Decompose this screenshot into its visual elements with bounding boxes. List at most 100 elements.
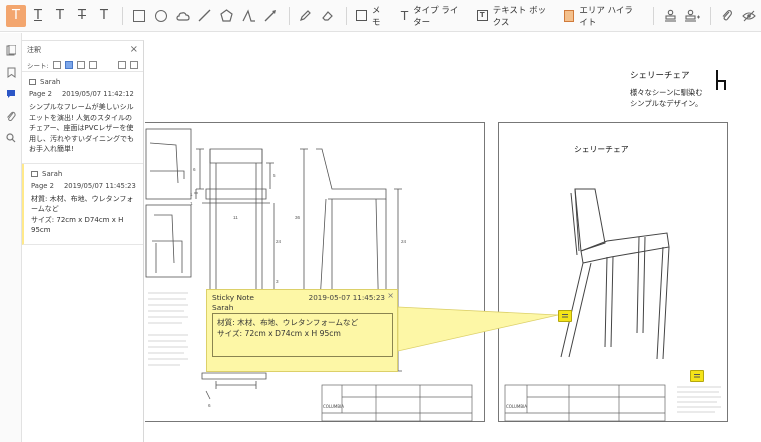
area-highlight-tool[interactable]: エリア ハイライト: [560, 5, 639, 28]
eraser-icon: [322, 11, 333, 21]
toolbar-divider: [710, 6, 712, 25]
textbox-label: テキスト ボックス: [492, 5, 547, 28]
nav-bookmarks[interactable]: [0, 61, 22, 83]
chair-technical-drawing: 6 5 1 1 11 36 24 24 3 6: [145, 128, 473, 422]
sticky-note-header: Sticky Note Sarah: [212, 293, 254, 313]
comment-text: シンプルなフレームが美しいシルエットを演出! 人気のスタイルのチェアー、座面はP…: [29, 103, 134, 153]
replace-t-icon: T: [100, 8, 108, 23]
dim-3: 3: [276, 279, 279, 284]
sticky-note-datetime: 2019-05-07 11:45:23: [308, 293, 385, 302]
filter-page-icon[interactable]: [52, 60, 61, 69]
textbox-tool[interactable]: T テキスト ボックス: [473, 5, 552, 28]
area-highlight-label: エリア ハイライト: [579, 5, 633, 28]
sticky-note-close-icon[interactable]: ×: [387, 291, 394, 300]
brand-logo: COLUMBIA: [506, 404, 528, 409]
ellipse-tool[interactable]: [151, 5, 171, 27]
brand-logo: COLUMBIA: [323, 404, 345, 409]
nav-thumbnails[interactable]: [0, 39, 22, 61]
sticky-note-connector: [398, 306, 559, 352]
triangle-polyline-icon: [242, 9, 255, 22]
comment-page: Page 2: [31, 181, 54, 190]
typewriter-tool[interactable]: T タイプ ライター: [397, 5, 465, 28]
nav-attachments[interactable]: [0, 105, 22, 127]
sticky-note-popup[interactable]: Sticky Note Sarah 2019-05-07 11:45:23 × …: [206, 289, 398, 372]
toolbar-divider: [345, 6, 347, 25]
underline-t-icon: T: [34, 8, 42, 23]
eraser-tool[interactable]: [318, 5, 338, 27]
bookmark-icon: [7, 67, 15, 78]
comment-meta: Page 2 2019/05/07 11:42:12: [29, 90, 137, 98]
nav-search[interactable]: [0, 127, 22, 149]
eye-slash-icon: [742, 10, 756, 21]
sheet-label: シート:: [27, 61, 49, 70]
dim-24b: 24: [401, 239, 407, 244]
stamp-icon: [664, 9, 676, 22]
sticky-note-pin[interactable]: [690, 370, 704, 382]
navigation-sidebar: [0, 33, 22, 442]
polygon-tool[interactable]: [217, 5, 237, 27]
comment-author-row: Sarah: [31, 170, 137, 178]
dim-1b: 1: [190, 201, 193, 206]
attachment-icon: [7, 111, 16, 121]
sticky-note-author: Sarah: [212, 303, 234, 312]
hide-annotations-tool[interactable]: [739, 5, 759, 27]
comment-item[interactable]: Sarah Page 2 2019/05/07 11:42:12 シンプルなフレ…: [22, 72, 143, 164]
squiggly-tool[interactable]: T: [50, 5, 70, 27]
sticky-note-textarea[interactable]: 材質: 木材、布地、ウレタンフォームなど サイズ: 72cm x D74cm x…: [212, 313, 393, 357]
annotation-toolbar: T T T T T メモ T タイプ ライター T テキスト ボックス エリア …: [0, 0, 761, 32]
memo-label: メモ: [371, 5, 381, 28]
product-desc-line2: シンプルなデザイン。: [630, 99, 703, 108]
pages-icon: [6, 44, 16, 55]
dim-36: 36: [295, 215, 301, 220]
line-tool[interactable]: [195, 5, 215, 27]
search-icon: [6, 133, 16, 143]
panel-close-icon[interactable]: ×: [130, 44, 138, 55]
export-icon[interactable]: [118, 60, 126, 69]
comment-meta: Page 2 2019/05/07 11:45:23: [31, 182, 137, 190]
memo-icon: [31, 170, 38, 177]
cloud-icon: [176, 11, 190, 21]
panel-filter-bar: シート:: [22, 58, 143, 72]
stamp-plus-icon: [685, 9, 701, 22]
sticky-note-pin[interactable]: [558, 310, 572, 322]
comment-text: 材質: 木材、布地、ウレタンフォームなど サイズ: 72cm x D74cm x…: [31, 194, 134, 235]
rectangle-icon: [132, 9, 145, 22]
product-title: シェリーチェア: [630, 71, 690, 81]
typewriter-t-icon: T: [400, 8, 409, 23]
arrow-tool[interactable]: [261, 5, 281, 27]
stamp-tool[interactable]: [660, 5, 680, 27]
comment-author: Sarah: [42, 169, 63, 178]
text-highlight-tool[interactable]: T: [6, 4, 26, 27]
pentagon-icon: [220, 9, 234, 22]
attach-file-tool[interactable]: [717, 5, 737, 27]
memo-icon: [29, 79, 36, 85]
strikeout-t-icon: T: [78, 8, 86, 23]
underline-tool[interactable]: T: [28, 5, 48, 27]
product-description: 様々なシーンに馴染む シンプルなデザイン。: [630, 87, 703, 109]
cloud-tool[interactable]: [173, 5, 193, 27]
area-highlight-icon: [564, 9, 575, 22]
nav-annotations[interactable]: [0, 83, 22, 105]
pencil-tool[interactable]: [296, 5, 316, 27]
memo-tool[interactable]: メモ: [352, 5, 388, 28]
textbox-icon: T: [476, 10, 488, 21]
filter-author-icon[interactable]: [76, 60, 85, 69]
create-stamp-tool[interactable]: [682, 5, 702, 27]
strikeout-tool[interactable]: T: [72, 5, 92, 27]
comment-author-row: Sarah: [29, 78, 137, 86]
document-canvas[interactable]: シェリーチェア 様々なシーンに馴染む シンプルなデザイン。 6 5 1 1 11…: [145, 33, 761, 442]
filter-type-icon[interactable]: [64, 60, 73, 69]
comment-icon: [7, 90, 15, 98]
comment-page: Page 2: [29, 90, 52, 98]
polyline-tool[interactable]: [239, 5, 259, 27]
comment-item[interactable]: Sarah Page 2 2019/05/07 11:45:23 材質: 木材、…: [22, 163, 143, 245]
dim-6: 6: [193, 167, 196, 172]
panel-title: 注釈: [27, 45, 41, 54]
options-icon[interactable]: [130, 60, 138, 69]
filter-comment-icon[interactable]: [88, 60, 97, 69]
dim-1a: 1: [190, 192, 193, 197]
replace-text-tool[interactable]: T: [94, 5, 114, 27]
product-desc-line1: 様々なシーンに馴染む: [630, 88, 703, 97]
dim-5: 5: [273, 173, 276, 178]
rectangle-tool[interactable]: [129, 5, 149, 27]
